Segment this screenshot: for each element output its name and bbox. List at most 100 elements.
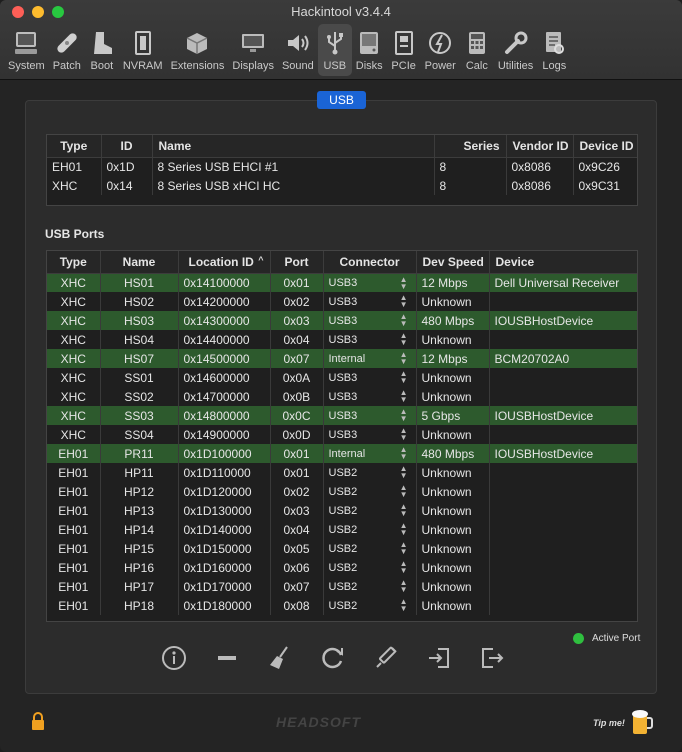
table-row[interactable]: EH01 HP17 0x1D170000 0x07 USB2 ▲ ▼ Unknown xyxy=(47,577,637,596)
table-row[interactable]: XHC SS02 0x14700000 0x0B USB3 ▲ ▼ Unknown xyxy=(47,387,637,406)
toolbar-sound[interactable]: Sound xyxy=(278,24,318,76)
column-header[interactable]: Port xyxy=(270,251,324,274)
table-row[interactable]: EH01 HP15 0x1D150000 0x05 USB2 ▲ ▼ Unknown xyxy=(47,539,637,558)
cell-connector[interactable]: Internal ▲ ▼ xyxy=(323,444,417,463)
lock-button[interactable] xyxy=(30,712,46,735)
cell-location-id: 0x14900000 xyxy=(178,425,271,444)
nvram-icon xyxy=(130,30,156,56)
cell-connector[interactable]: USB3 ▲ ▼ xyxy=(323,292,417,311)
table-row[interactable]: EH01 0x1D 8 Series USB EHCI #1 8 0x8086 … xyxy=(47,157,637,176)
cell-connector[interactable]: USB2 ▲ ▼ xyxy=(323,463,417,482)
tab-usb[interactable]: USB xyxy=(317,91,366,109)
cell-connector[interactable]: USB3 ▲ ▼ xyxy=(323,387,417,406)
cell-device-id: 0x9C26 xyxy=(578,159,620,174)
table-row[interactable]: EH01 HP14 0x1D140000 0x04 USB2 ▲ ▼ Unknown xyxy=(47,520,637,539)
cell-dev-speed: Unknown xyxy=(416,463,490,482)
cell-connector[interactable]: USB2 ▲ ▼ xyxy=(323,501,417,520)
inject-button[interactable] xyxy=(372,644,400,672)
connector-value: USB3 xyxy=(328,390,358,403)
cell-device: Dell Universal Receiver xyxy=(489,273,637,292)
cell-device xyxy=(489,539,637,558)
table-row[interactable]: XHC HS02 0x14200000 0x02 USB3 ▲ ▼ Unknown xyxy=(47,292,637,311)
cell-id: 0x1D xyxy=(101,157,153,176)
cell-connector[interactable]: USB2 ▲ ▼ xyxy=(323,539,417,558)
cell-connector[interactable]: USB2 ▲ ▼ xyxy=(323,520,417,539)
table-row[interactable]: EH01 HP16 0x1D160000 0x06 USB2 ▲ ▼ Unknown xyxy=(47,558,637,577)
connector-popup-chevron-icon: ▲ ▼ xyxy=(399,521,408,537)
cell-name: HP16 xyxy=(100,558,179,577)
cell-location-id: 0x1D170000 xyxy=(178,577,271,596)
column-header[interactable]: Dev Speed xyxy=(416,251,490,274)
table-row[interactable]: XHC HS03 0x14300000 0x03 USB3 ▲ ▼ 480 Mbps IOUSB… xyxy=(47,311,637,330)
toolbar-displays[interactable]: Displays xyxy=(228,24,278,76)
cell-name: HP18 xyxy=(100,596,179,615)
cell-connector[interactable]: USB3 ▲ ▼ xyxy=(323,406,417,425)
cell-connector[interactable]: USB2 ▲ ▼ xyxy=(323,596,417,615)
toolbar-utilities[interactable]: Utilities xyxy=(494,24,537,76)
connector-popup-chevron-icon: ▲ ▼ xyxy=(399,388,408,404)
toolbar-power[interactable]: Power xyxy=(421,24,460,76)
cell-port: 0x0C xyxy=(270,406,324,425)
column-header[interactable]: Series xyxy=(434,135,507,158)
column-header[interactable]: Type xyxy=(47,251,101,274)
column-header[interactable]: Device ID xyxy=(573,135,637,158)
cell-type: EH01 xyxy=(47,577,101,596)
column-header[interactable]: Vendor ID xyxy=(506,135,574,158)
column-header[interactable]: Name xyxy=(152,135,435,158)
table-row[interactable]: XHC HS07 0x14500000 0x07 Internal ▲ ▼ 12 Mbps BC… xyxy=(47,349,637,368)
column-header[interactable]: Name xyxy=(100,251,179,274)
cell-connector[interactable]: USB3 ▲ ▼ xyxy=(323,330,417,349)
toolbar-system[interactable]: System xyxy=(4,24,49,76)
column-header[interactable]: ID xyxy=(101,135,153,158)
table-row[interactable]: XHC HS01 0x14100000 0x01 USB3 ▲ ▼ 12 Mbps Dell U… xyxy=(47,273,637,292)
cell-connector[interactable]: USB2 ▲ ▼ xyxy=(323,558,417,577)
toolbar-logs[interactable]: Logs xyxy=(537,24,571,76)
toolbar-usb[interactable]: USB xyxy=(317,24,352,76)
cell-connector[interactable]: USB3 ▲ ▼ xyxy=(323,425,417,444)
cell-connector[interactable]: USB2 ▲ ▼ xyxy=(323,482,417,501)
table-row[interactable]: XHC SS04 0x14900000 0x0D USB3 ▲ ▼ Unknown xyxy=(47,425,637,444)
column-header[interactable]: Connector xyxy=(323,251,417,274)
toolbar-calc[interactable]: Calc xyxy=(460,24,494,76)
remove-button[interactable] xyxy=(213,644,241,672)
toolbar-nvram[interactable]: NVRAM xyxy=(119,24,167,76)
lock-icon xyxy=(32,712,44,730)
cell-type: EH01 xyxy=(47,501,101,520)
refresh-button[interactable] xyxy=(319,644,347,672)
table-row[interactable]: XHC SS03 0x14800000 0x0C USB3 ▲ ▼ 5 Gbps IOUSBHo… xyxy=(47,406,637,425)
tip-me-button[interactable] xyxy=(630,708,654,739)
column-header[interactable]: Device xyxy=(489,251,637,274)
cell-connector[interactable]: USB3 ▲ ▼ xyxy=(323,273,417,292)
table-row[interactable]: XHC SS01 0x14600000 0x0A USB3 ▲ ▼ Unknown xyxy=(47,368,637,387)
column-header[interactable]: Type xyxy=(47,135,102,158)
connector-value: USB3 xyxy=(328,295,358,308)
clear-button[interactable] xyxy=(266,644,294,672)
table-row[interactable]: XHC HS04 0x14400000 0x04 USB3 ▲ ▼ Unknown xyxy=(47,330,637,349)
toolbar-disks[interactable]: Disks xyxy=(352,24,387,76)
table-row[interactable]: XHC 0x14 8 Series USB xHCI HC 8 0x8086 0… xyxy=(47,176,637,195)
cell-connector[interactable]: USB3 ▲ ▼ xyxy=(323,368,417,387)
import-button[interactable] xyxy=(425,644,453,672)
bottom-toolbar xyxy=(160,644,531,672)
table-row[interactable]: EH01 HP12 0x1D120000 0x02 USB2 ▲ ▼ Unknown xyxy=(47,482,637,501)
table-row[interactable]: EH01 PR11 0x1D100000 0x01 Internal ▲ ▼ 480 Mbps… xyxy=(47,444,637,463)
toolbar-patch[interactable]: Patch xyxy=(49,24,85,76)
table-row[interactable]: EH01 HP11 0x1D110000 0x01 USB2 ▲ ▼ Unknown xyxy=(47,463,637,482)
cell-device xyxy=(489,558,637,577)
cell-connector[interactable]: USB3 ▲ ▼ xyxy=(323,311,417,330)
info-button[interactable] xyxy=(160,644,188,672)
toolbar-boot[interactable]: Boot xyxy=(85,24,119,76)
table-row[interactable]: EH01 HP13 0x1D130000 0x03 USB2 ▲ ▼ Unknown xyxy=(47,501,637,520)
app-window: Hackintool v3.4.4 System Patch Boot NVRA… xyxy=(0,0,682,752)
usb-ports-table: Type Name Location ID ^ Port Connector De… xyxy=(46,250,638,622)
export-button[interactable] xyxy=(478,644,506,672)
toolbar-pcie[interactable]: PCIe xyxy=(387,24,421,76)
toolbar-extensions[interactable]: Extensions xyxy=(167,24,229,76)
wrench-icon xyxy=(503,30,529,56)
connector-value: USB3 xyxy=(328,428,358,441)
table-row[interactable]: EH01 HP18 0x1D180000 0x08 USB2 ▲ ▼ Unknown xyxy=(47,596,637,615)
column-header-location-sorted[interactable]: Location ID ^ xyxy=(178,251,271,274)
cell-connector[interactable]: USB2 ▲ ▼ xyxy=(323,577,417,596)
cell-location-id: 0x1D100000 xyxy=(178,444,271,463)
cell-connector[interactable]: Internal ▲ ▼ xyxy=(323,349,417,368)
